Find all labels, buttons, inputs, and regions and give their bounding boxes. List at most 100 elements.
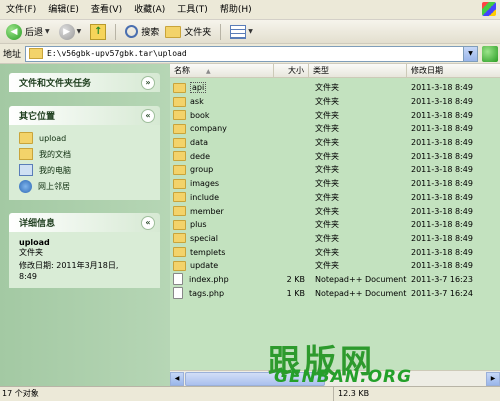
- file-name: ask: [190, 97, 204, 107]
- place-link-network[interactable]: 网上邻居: [19, 178, 150, 194]
- expand-chevron-icon[interactable]: »: [141, 75, 155, 90]
- file-type: 文件夹: [315, 110, 339, 120]
- address-folder-icon: [29, 48, 44, 59]
- menu-edit[interactable]: 编辑(E): [42, 1, 85, 19]
- column-size[interactable]: 大小: [274, 64, 309, 78]
- file-name: update: [190, 261, 219, 271]
- back-button[interactable]: ◀ 后退 ▼: [3, 22, 56, 42]
- address-label: 地址: [3, 50, 22, 60]
- details-header[interactable]: 详细信息 «: [9, 213, 160, 232]
- file-modified: 2011-3-18 8:49: [411, 220, 473, 230]
- total-size: 12.3 KB: [338, 389, 370, 398]
- place-link-upload[interactable]: upload: [19, 130, 150, 146]
- toolbar-separator: [115, 23, 117, 40]
- go-button[interactable]: [482, 45, 498, 62]
- file-row[interactable]: data 文件夹 2011-3-18 8:49: [170, 136, 500, 150]
- folder-icon: [173, 260, 186, 271]
- back-dropdown-icon[interactable]: ▼: [45, 28, 50, 35]
- menu-view[interactable]: 查看(V): [85, 1, 128, 19]
- file-row[interactable]: special 文件夹 2011-3-18 8:49: [170, 232, 500, 246]
- menu-file[interactable]: 文件(F): [0, 1, 42, 19]
- document-icon: [173, 287, 183, 300]
- scroll-right-icon[interactable]: ▶: [486, 371, 500, 386]
- file-modified: 2011-3-7 16:23: [411, 274, 473, 284]
- file-type: 文件夹: [315, 261, 339, 271]
- column-name-label: 名称: [174, 66, 190, 75]
- other-places-header[interactable]: 其它位置 «: [9, 106, 160, 125]
- file-row[interactable]: update 文件夹 2011-3-18 8:49: [170, 259, 500, 273]
- search-label: 搜索: [141, 28, 160, 38]
- forward-dropdown-icon[interactable]: ▼: [77, 28, 82, 35]
- folders-button[interactable]: 文件夹: [162, 22, 214, 42]
- column-type[interactable]: 类型: [309, 64, 407, 78]
- file-name: images: [190, 179, 220, 189]
- back-arrow-icon: ◀: [6, 23, 22, 40]
- file-size: 2 KB: [286, 274, 305, 284]
- file-modified: 2011-3-18 8:49: [411, 206, 473, 216]
- file-size: 1 KB: [286, 288, 305, 298]
- file-modified: 2011-3-18 8:49: [411, 179, 473, 189]
- column-modified[interactable]: 修改日期: [407, 64, 500, 78]
- file-row[interactable]: company 文件夹 2011-3-18 8:49: [170, 122, 500, 136]
- object-count: 17 个对象: [0, 387, 334, 401]
- folder-icon: [173, 137, 186, 148]
- file-row[interactable]: dede 文件夹 2011-3-18 8:49: [170, 149, 500, 163]
- file-row[interactable]: images 文件夹 2011-3-18 8:49: [170, 177, 500, 191]
- file-row[interactable]: index.php 2 KB Notepad++ Document 2011-3-7 …: [170, 273, 500, 287]
- scroll-left-icon[interactable]: ◀: [170, 371, 184, 386]
- place-link-my-computer[interactable]: 我的电脑: [19, 162, 150, 178]
- file-row[interactable]: plus 文件夹 2011-3-18 8:49: [170, 218, 500, 232]
- menu-favorites[interactable]: 收藏(A): [128, 1, 171, 19]
- file-modified: 2011-3-18 8:49: [411, 165, 473, 175]
- file-row[interactable]: ask 文件夹 2011-3-18 8:49: [170, 95, 500, 109]
- file-type: 文件夹: [315, 179, 339, 189]
- collapse-chevron-icon[interactable]: «: [141, 108, 155, 123]
- forward-button[interactable]: ▶ ▼: [56, 22, 88, 42]
- file-name: tags.php: [189, 288, 225, 298]
- details-modified: 修改日期: 2011年3月18日,: [19, 261, 119, 270]
- toolbar: ◀ 后退 ▼ ▶ ▼ ↑ 搜索 文件夹 ▼: [0, 20, 500, 44]
- file-name: index.php: [189, 274, 229, 284]
- file-row[interactable]: book 文件夹 2011-3-18 8:49: [170, 108, 500, 122]
- file-modified: 2011-3-18 8:49: [411, 110, 473, 120]
- address-dropdown-icon[interactable]: ▼: [463, 46, 477, 61]
- menu-help[interactable]: 帮助(H): [214, 1, 258, 19]
- place-link-my-documents[interactable]: 我的文档: [19, 146, 150, 162]
- column-name[interactable]: 名称 ▲: [170, 64, 274, 78]
- menu-tools[interactable]: 工具(T): [171, 1, 214, 19]
- file-type: 文件夹: [315, 220, 339, 230]
- file-row[interactable]: tags.php 1 KB Notepad++ Document 2011-3-7 1…: [170, 286, 500, 300]
- place-label: 我的文档: [39, 149, 71, 159]
- file-name: group: [190, 165, 214, 175]
- address-path[interactable]: E:\v56gbk-upv57gbk.tar\upload: [47, 49, 463, 58]
- up-button[interactable]: ↑: [87, 22, 109, 42]
- file-row[interactable]: member 文件夹 2011-3-18 8:49: [170, 204, 500, 218]
- file-name: company: [190, 124, 227, 134]
- search-button[interactable]: 搜索: [122, 22, 162, 42]
- file-modified: 2011-3-18 8:49: [411, 97, 473, 107]
- file-type: 文件夹: [315, 165, 339, 175]
- file-row[interactable]: templets 文件夹 2011-3-18 8:49: [170, 245, 500, 259]
- file-type: 文件夹: [315, 192, 339, 202]
- file-row[interactable]: api 文件夹 2011-3-18 8:49: [170, 81, 500, 95]
- collapse-chevron-icon[interactable]: «: [141, 215, 155, 230]
- file-tasks-header[interactable]: 文件和文件夹任务 »: [9, 73, 160, 92]
- file-modified: 2011-3-18 8:49: [411, 124, 473, 134]
- folder-icon: [173, 178, 186, 189]
- watermark-url: GENBAN.ORG: [274, 367, 413, 387]
- file-row[interactable]: include 文件夹 2011-3-18 8:49: [170, 191, 500, 205]
- other-places-title: 其它位置: [19, 112, 56, 122]
- views-button[interactable]: ▼: [227, 22, 259, 42]
- file-type: 文件夹: [315, 97, 339, 107]
- other-places-panel: 其它位置 « upload 我的文档 我的电脑 网上邻居: [9, 106, 160, 200]
- network-places-icon: [19, 179, 32, 193]
- views-dropdown-icon[interactable]: ▼: [248, 28, 253, 35]
- search-icon: [125, 25, 139, 38]
- status-bar: 17 个对象 12.3 KB: [0, 386, 500, 401]
- windows-flag-icon: [482, 2, 496, 16]
- file-row[interactable]: group 文件夹 2011-3-18 8:49: [170, 163, 500, 177]
- address-field[interactable]: E:\v56gbk-upv57gbk.tar\upload ▼: [25, 45, 478, 62]
- folder-icon: [173, 151, 186, 162]
- sort-ascending-icon: ▲: [206, 68, 211, 75]
- my-computer-icon: [19, 164, 33, 176]
